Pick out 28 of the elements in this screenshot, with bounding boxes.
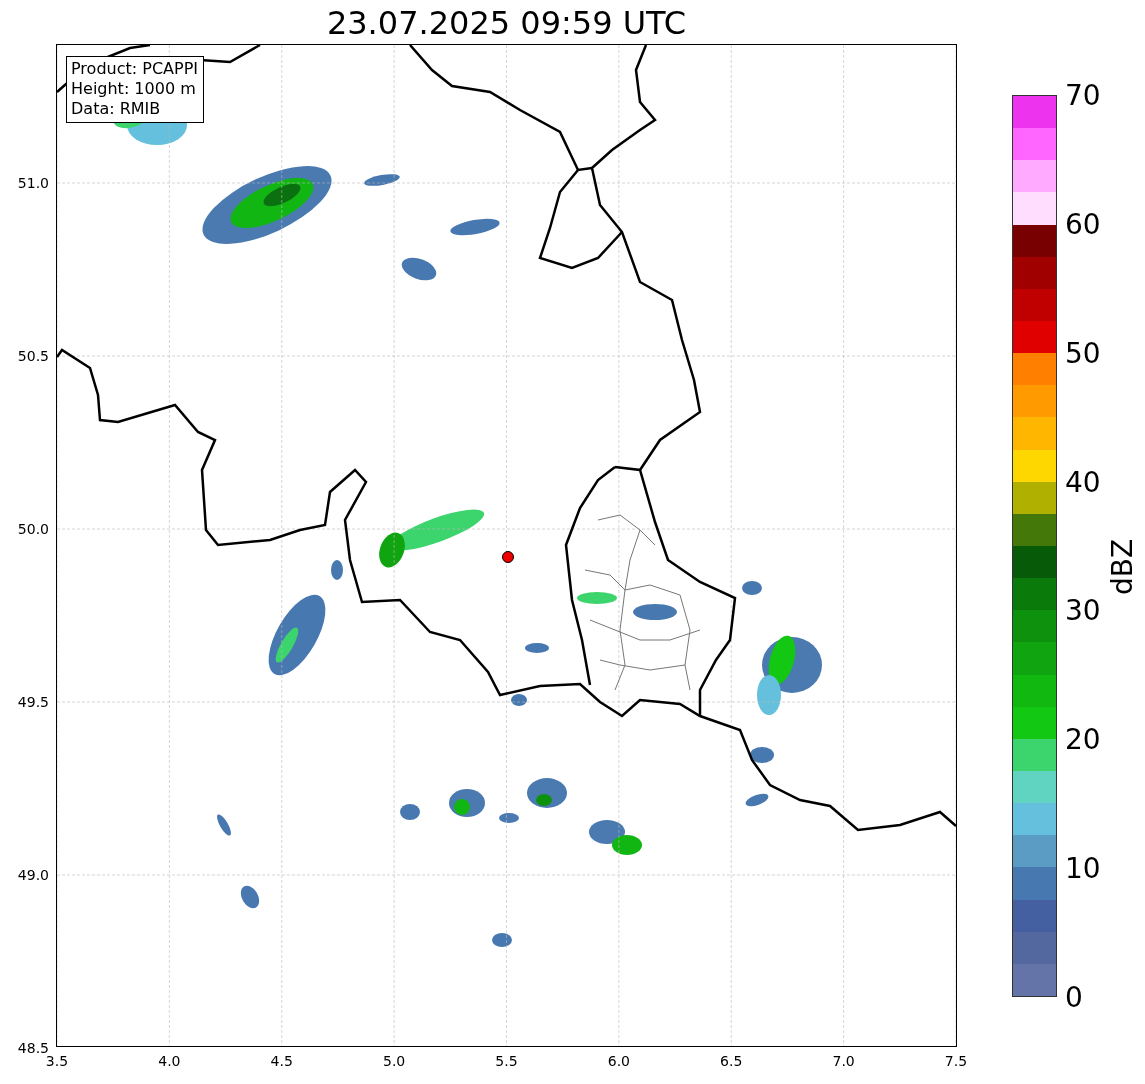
colorbar-tick-label: 60 — [1065, 207, 1101, 241]
axis-tick-label: 5.0 — [383, 1053, 406, 1069]
colorbar-tick-label: 20 — [1065, 722, 1101, 756]
colorbar-tick-label: 70 — [1065, 78, 1101, 112]
colorbar-tick-label: 40 — [1065, 465, 1101, 499]
axis-tick-label: 4.5 — [270, 1053, 293, 1069]
axis-tick-label: 7.5 — [944, 1053, 968, 1069]
axis-tick-label: 49.0 — [17, 867, 49, 883]
colorbar-tick-label: 30 — [1065, 593, 1101, 627]
axis-tick-label: 4.0 — [158, 1053, 181, 1069]
axis-tick-label: 5.5 — [495, 1053, 518, 1069]
colorbar-tick-label: 10 — [1065, 851, 1101, 885]
axis-tick-label: 48.5 — [17, 1040, 49, 1056]
chart-title: 23.07.2025 09:59 UTC — [325, 4, 688, 42]
info-text: Height: 1000 m — [71, 79, 197, 99]
axis-tick-label: 6.0 — [607, 1053, 630, 1069]
colorbar-tick-label: 50 — [1065, 336, 1101, 370]
colorbar-tick-label: 0 — [1065, 980, 1083, 1014]
axis-tick-label: 6.5 — [720, 1053, 743, 1069]
axis-tick-label: 51.0 — [17, 175, 49, 191]
axis-tick-label: 50.5 — [17, 348, 49, 364]
info-text: Data: RMIB — [71, 99, 162, 119]
axis-tick-label: 49.5 — [17, 694, 49, 710]
axis-tick-label: 3.5 — [45, 1053, 69, 1069]
info-text: Product: PCAPPI — [71, 59, 198, 79]
axis-tick-label: 7.0 — [832, 1053, 855, 1069]
axis-tick-label: 50.0 — [17, 521, 49, 537]
colorbar-label: dBZ — [1106, 538, 1139, 595]
